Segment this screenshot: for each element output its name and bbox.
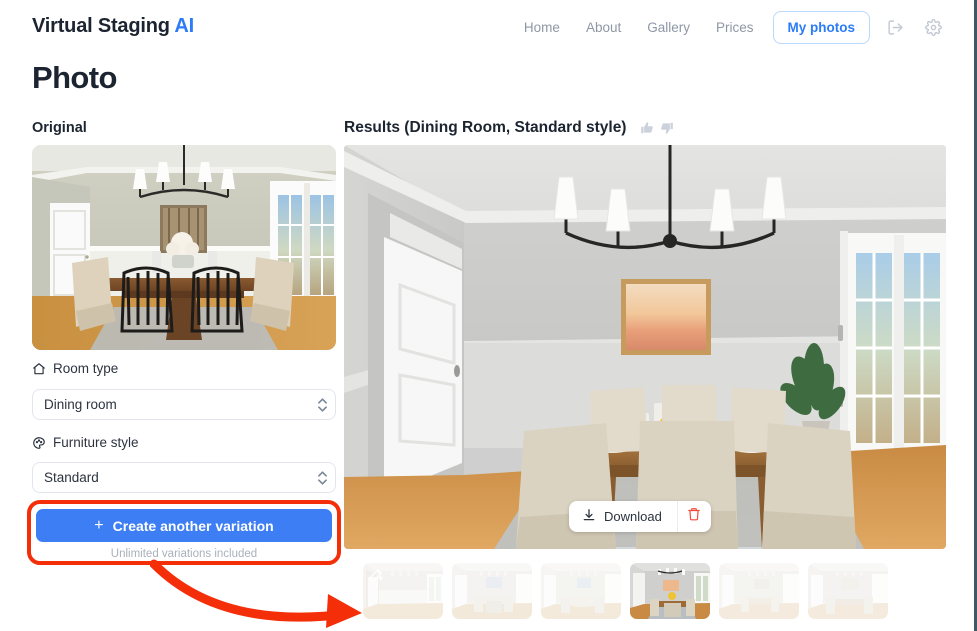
app-window: Virtual Staging AI Home About Gallery Pr… bbox=[0, 0, 977, 631]
main-nav: Home About Gallery Prices My photos bbox=[511, 11, 946, 44]
results-heading: Results (Dining Room, Standard style) bbox=[344, 119, 674, 137]
download-icon bbox=[582, 508, 596, 525]
thumb-variation-3[interactable] bbox=[630, 563, 710, 619]
furniture-style-select[interactable]: Standard bbox=[32, 462, 336, 493]
thumb-variation-2[interactable] bbox=[541, 563, 621, 619]
annotation-arrow bbox=[150, 559, 362, 628]
brand-name: Virtual Staging bbox=[32, 15, 170, 37]
thumb-variation-5[interactable] bbox=[808, 563, 888, 619]
site-header: Virtual Staging AI Home About Gallery Pr… bbox=[0, 0, 974, 52]
room-type-select[interactable]: Dining room bbox=[32, 389, 336, 420]
create-variation-label: Create another variation bbox=[112, 517, 274, 534]
thumb-variation-1[interactable] bbox=[452, 563, 532, 619]
trash-icon bbox=[687, 507, 701, 526]
furniture-style-value: Standard bbox=[44, 470, 99, 485]
gear-icon[interactable] bbox=[920, 15, 946, 41]
nav-link-about[interactable]: About bbox=[573, 14, 634, 41]
result-image[interactable] bbox=[344, 145, 946, 549]
unlimited-variations-note: Unlimited variations included bbox=[110, 548, 258, 560]
nav-link-home[interactable]: Home bbox=[511, 14, 573, 41]
page-title: Photo bbox=[32, 60, 117, 95]
nav-button-my-photos[interactable]: My photos bbox=[772, 11, 870, 44]
delete-button[interactable] bbox=[678, 501, 711, 532]
chevron-updown-icon bbox=[309, 397, 335, 412]
original-image[interactable] bbox=[32, 145, 336, 350]
thumbs-down-icon[interactable] bbox=[660, 121, 674, 135]
download-button[interactable]: Download bbox=[569, 501, 677, 532]
thumbs-up-icon[interactable] bbox=[640, 121, 654, 135]
logout-icon[interactable] bbox=[882, 15, 908, 41]
home-icon bbox=[32, 362, 46, 376]
brand-logo[interactable]: Virtual Staging AI bbox=[32, 15, 194, 38]
original-label: Original bbox=[32, 120, 87, 136]
room-type-label-text: Room type bbox=[53, 361, 119, 376]
results-heading-text: Results (Dining Room, Standard style) bbox=[344, 119, 627, 136]
rating-controls bbox=[640, 121, 674, 135]
chevron-updown-icon bbox=[309, 470, 335, 485]
variation-thumbnails bbox=[363, 563, 888, 619]
nav-link-prices[interactable]: Prices bbox=[703, 14, 767, 41]
magic-wand-icon bbox=[368, 567, 384, 588]
thumb-variation-4[interactable] bbox=[719, 563, 799, 619]
nav-link-gallery[interactable]: Gallery bbox=[634, 14, 703, 41]
thumb-empty-room[interactable] bbox=[363, 563, 443, 619]
download-label: Download bbox=[604, 509, 662, 524]
room-type-label: Room type bbox=[32, 361, 118, 376]
palette-icon bbox=[32, 436, 46, 450]
room-type-value: Dining room bbox=[44, 397, 117, 412]
furniture-style-label: Furniture style bbox=[32, 435, 139, 450]
image-actions-bar: Download bbox=[569, 501, 711, 532]
furniture-style-label-text: Furniture style bbox=[53, 435, 139, 450]
plus-icon: + bbox=[94, 516, 104, 534]
create-another-variation-button[interactable]: + Create another variation bbox=[36, 509, 332, 542]
brand-accent: AI bbox=[174, 15, 194, 37]
